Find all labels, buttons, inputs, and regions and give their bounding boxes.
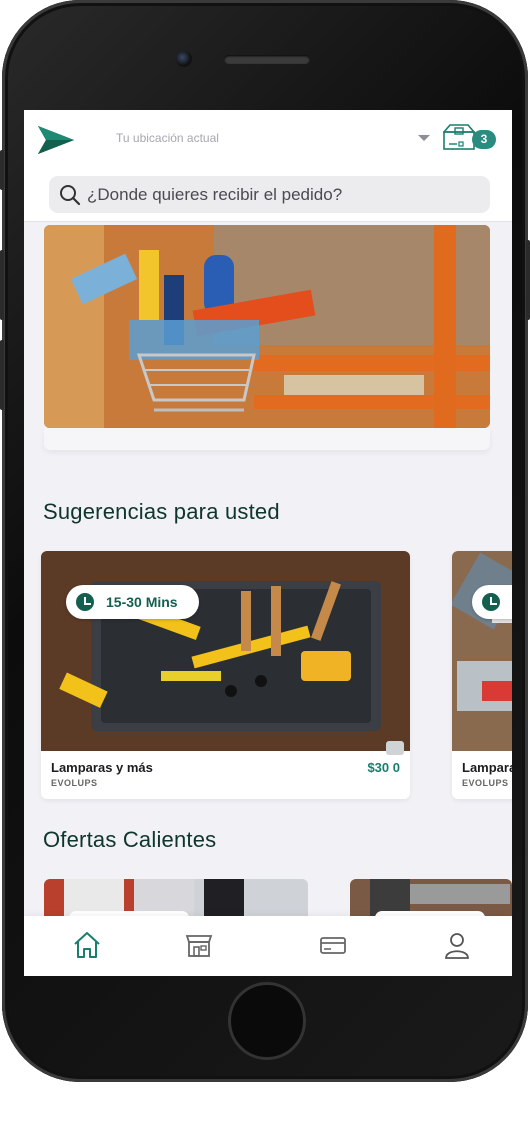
app-logo-icon[interactable]: [36, 124, 76, 156]
store-icon[interactable]: [184, 930, 214, 960]
delivery-time-pill: 15-30 Mins: [66, 585, 199, 619]
suggestions-title: Sugerencias para usted: [43, 499, 280, 524]
app-header: Tu ubicación actual 3 ¿Donde quieres rec…: [24, 110, 512, 222]
offers-title: Ofertas Calientes: [43, 827, 217, 852]
product-name: Lamparas y más: [51, 760, 153, 775]
product-price: $30 0: [367, 760, 400, 775]
app-screen: Tu ubicación actual 3 ¿Donde quieres rec…: [24, 110, 512, 976]
store-name: EVOLUPS: [462, 778, 509, 788]
search-placeholder: ¿Donde quieres recibir el pedido?: [87, 185, 343, 204]
current-location-label[interactable]: Tu ubicación actual: [116, 131, 219, 145]
product-image: [452, 551, 512, 751]
delivery-time: 15-30 Mins: [106, 594, 178, 610]
product-image: [41, 551, 410, 751]
home-icon[interactable]: [72, 930, 102, 960]
front-camera: [176, 51, 192, 67]
credit-card-icon[interactable]: [318, 930, 348, 960]
tag-icon: [386, 741, 404, 755]
mute-switch: [0, 150, 4, 190]
banner-image: [44, 225, 490, 428]
power-button: [526, 240, 530, 320]
store-name: EVOLUPS: [51, 778, 98, 788]
volume-up-button: [0, 250, 4, 320]
volume-down-button: [0, 340, 4, 410]
search-icon: [60, 185, 81, 206]
earpiece-speaker: [224, 55, 310, 64]
banner-footer: [44, 428, 490, 450]
promo-banner[interactable]: [44, 225, 490, 428]
chevron-down-icon[interactable]: [418, 135, 430, 141]
delivery-time-pill: [472, 585, 512, 619]
clock-icon: [76, 593, 94, 611]
phone-frame: Tu ubicación actual 3 ¿Donde quieres rec…: [2, 0, 528, 1082]
bottom-navigation: [24, 916, 512, 976]
product-name: Lampara: [462, 760, 512, 775]
home-button[interactable]: [228, 982, 306, 1060]
search-input[interactable]: ¿Donde quieres recibir el pedido?: [49, 176, 490, 213]
product-card[interactable]: Lampara EVOLUPS: [452, 551, 512, 799]
cart-count-badge[interactable]: 3: [472, 130, 496, 149]
clock-icon: [482, 593, 500, 611]
user-icon[interactable]: [442, 930, 472, 960]
product-card[interactable]: 15-30 Mins Lamparas y más EVOLUPS $30 0: [41, 551, 410, 799]
